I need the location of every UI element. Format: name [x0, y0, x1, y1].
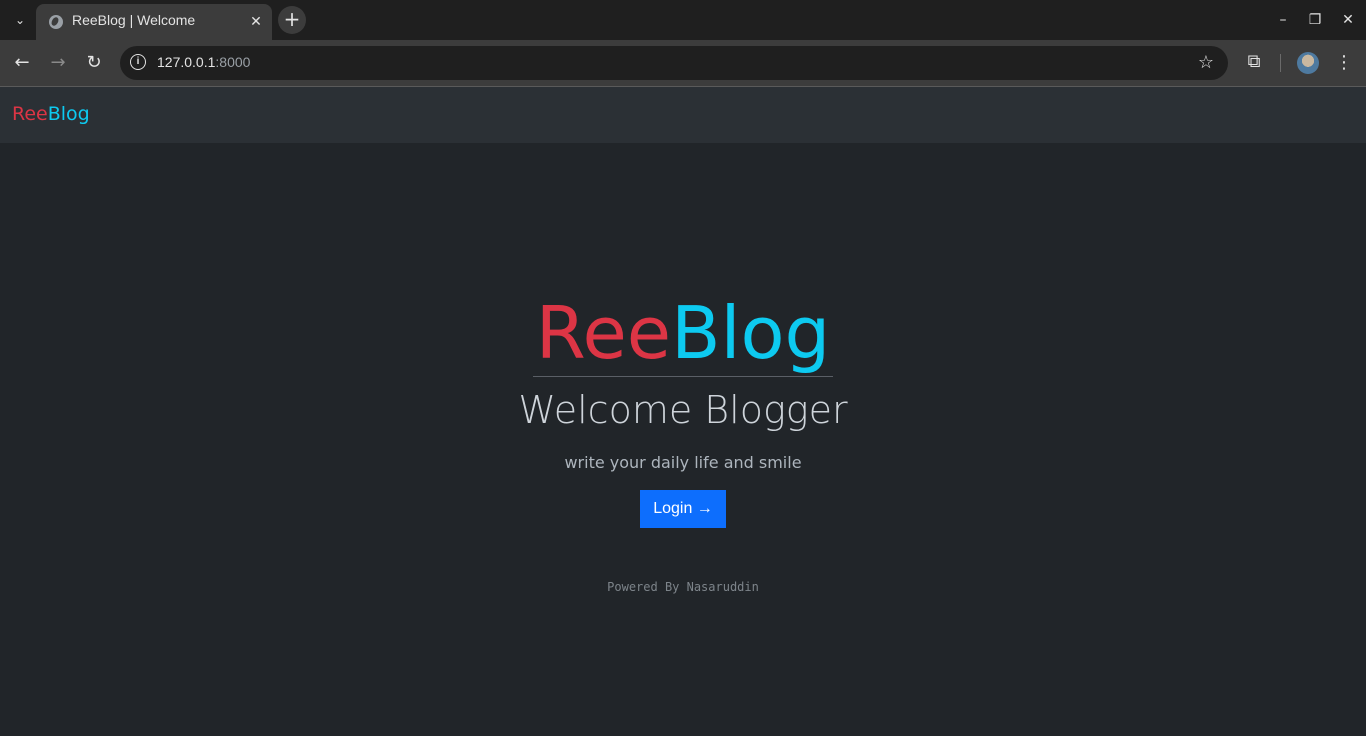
url-port: :8000: [215, 54, 251, 70]
url-host: 127.0.0.1: [157, 54, 216, 70]
site-navbar: ReeBlog: [0, 87, 1366, 143]
browser-toolbar: ← → ↻ i 127.0.0.1:8000 ☆ ⧉ ⋮: [0, 40, 1366, 87]
tagline: write your daily life and smile: [564, 453, 802, 472]
new-tab-button[interactable]: +: [278, 6, 306, 34]
toolbar-divider: [1280, 54, 1281, 72]
window-restore-icon[interactable]: ❐: [1301, 8, 1329, 32]
bookmark-star-icon[interactable]: ☆: [1198, 52, 1214, 73]
site-info-icon[interactable]: i: [130, 54, 146, 70]
forward-arrow-icon[interactable]: →: [46, 51, 70, 75]
url-text: 127.0.0.1:8000: [157, 54, 250, 70]
tab-title: ReeBlog | Welcome: [72, 12, 196, 28]
browser-tab-strip: ⌄ ReeBlog | Welcome ✕ + – ❐ ✕: [0, 0, 1366, 40]
brand-ree: Ree: [12, 103, 48, 125]
hero-title: ReeBlog: [532, 290, 834, 377]
back-arrow-icon[interactable]: ←: [10, 51, 34, 75]
hero-section: ReeBlog Welcome Blogger write your daily…: [0, 290, 1366, 594]
profile-avatar[interactable]: [1297, 52, 1319, 74]
reload-icon[interactable]: ↻: [82, 51, 106, 75]
extensions-puzzle-icon[interactable]: ⧉: [1243, 51, 1265, 73]
address-bar[interactable]: i 127.0.0.1:8000 ☆: [120, 46, 1228, 80]
navbar-brand-link[interactable]: ReeBlog: [12, 103, 90, 125]
window-minimize-icon[interactable]: –: [1269, 8, 1297, 32]
kebab-menu-icon[interactable]: ⋮: [1334, 51, 1354, 75]
tab-close-icon[interactable]: ✕: [246, 12, 266, 32]
hero-title-ree: Ree: [535, 291, 672, 375]
window-close-icon[interactable]: ✕: [1334, 8, 1362, 32]
browser-tab[interactable]: ReeBlog | Welcome ✕: [36, 4, 272, 40]
welcome-heading: Welcome Blogger: [518, 388, 848, 432]
powered-by-footer: Powered By Nasaruddin: [607, 580, 759, 594]
tab-search-chevron-icon[interactable]: ⌄: [8, 8, 32, 32]
globe-icon: [49, 15, 63, 29]
login-button[interactable]: Login →: [640, 490, 726, 528]
hero-title-blog: Blog: [671, 291, 831, 375]
brand-blog: Blog: [47, 103, 90, 125]
